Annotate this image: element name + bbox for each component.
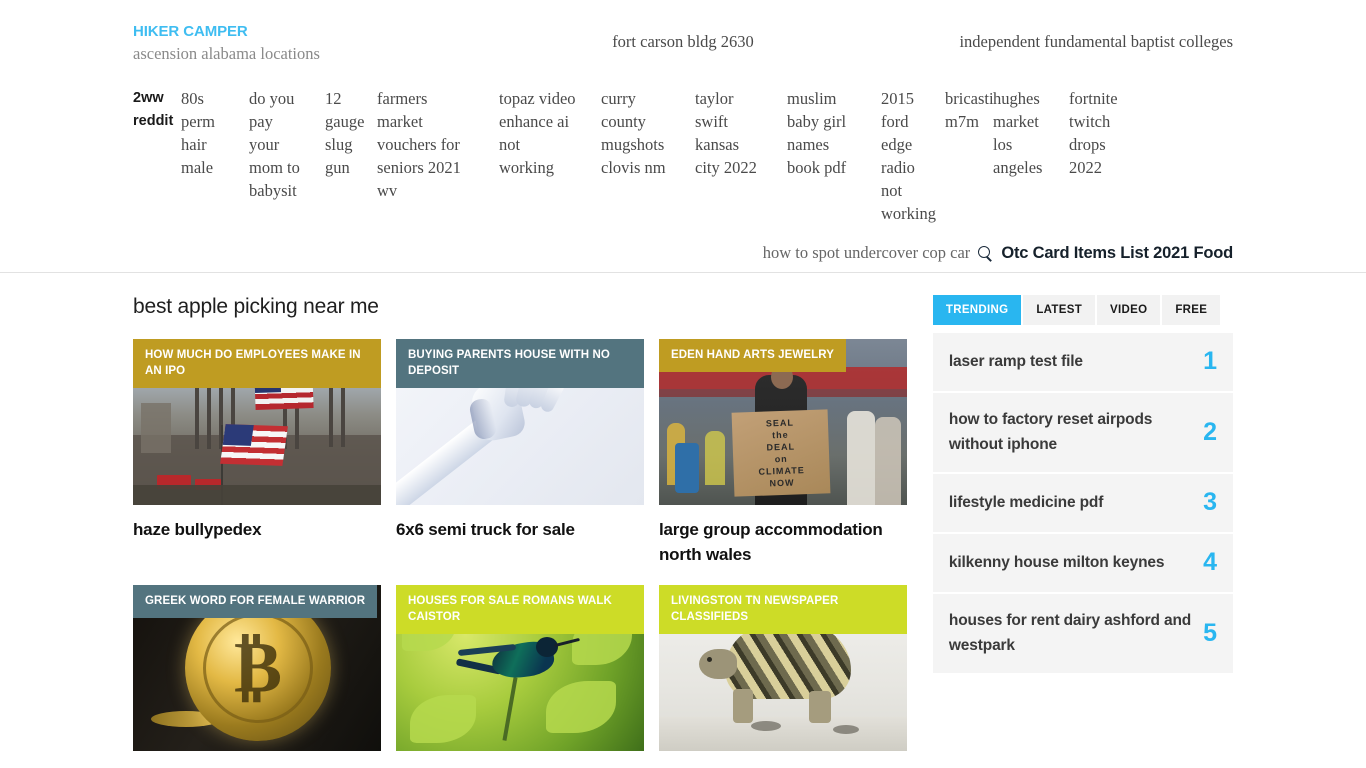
card-label: LIVINGSTON TN NEWSPAPER CLASSIFIEDS [659, 585, 907, 634]
card-label: HOW MUCH DO EMPLOYEES MAKE IN AN IPO [133, 339, 381, 388]
site-header: HIKER CAMPER ascension alabama locations… [0, 0, 1366, 65]
nav-item-6[interactable]: curry county mugshots clovis nm [601, 87, 695, 179]
nav-item-9[interactable]: 2015 ford edge radio not working [881, 87, 945, 225]
nav-item-11[interactable]: hughes market los angeles [993, 87, 1069, 179]
card-label: HOUSES FOR SALE ROMANS WALK CAISTOR [396, 585, 644, 634]
card-item[interactable]: LIVINGSTON TN NEWSPAPER CLASSIFIEDS [659, 585, 907, 763]
list-item[interactable]: laser ramp test file 1 [932, 333, 1233, 391]
tab-latest[interactable]: LATEST [1023, 295, 1096, 325]
page-title: best apple picking near me [133, 295, 379, 318]
card-item[interactable]: ₿ GREEK WORD FOR FEMALE WARRIOR [133, 585, 381, 763]
card-item[interactable]: SEAL the DEAL on CLIMATE NOW EDEN HAND ARTS J… [659, 339, 907, 567]
nav-item-5[interactable]: topaz video enhance ai not working [499, 87, 601, 179]
nav-item-2[interactable]: do you pay your mom to babysit [249, 87, 325, 202]
nav-item-4[interactable]: farmers market vouchers for seniors 2021… [377, 87, 499, 202]
main-area: best apple picking near me HOW MUCH DO E… [0, 273, 1366, 768]
tab-trending[interactable]: TRENDING [932, 295, 1022, 325]
brand-title[interactable]: HIKER CAMPER [133, 22, 433, 42]
ranked-item-label: lifestyle medicine pdf [948, 494, 1104, 511]
list-item[interactable]: lifestyle medicine pdf 3 [932, 474, 1233, 532]
protest-sign: SEAL the DEAL on CLIMATE NOW [731, 409, 831, 497]
search-icon[interactable] [978, 245, 993, 261]
card-media[interactable]: HOW MUCH DO EMPLOYEES MAKE IN AN IPO [133, 339, 381, 505]
content-column: best apple picking near me HOW MUCH DO E… [133, 295, 911, 768]
list-item[interactable]: houses for rent dairy ashford and westpa… [932, 594, 1233, 673]
brand-block[interactable]: HIKER CAMPER ascension alabama locations [133, 22, 433, 65]
sidebar: TRENDING LATEST VIDEO FREE laser ramp te… [932, 295, 1233, 768]
brand-subtitle[interactable]: ascension alabama locations [133, 43, 433, 65]
nav-item-12[interactable]: fortnite twitch drops 2022 [1069, 87, 1149, 179]
search-term-link[interactable]: Otc Card Items List 2021 Food [1001, 244, 1233, 263]
nav-item-1[interactable]: 80s perm hair male [181, 87, 249, 179]
header-center-link[interactable]: fort carson bldg 2630 [433, 22, 933, 53]
bitcoin-symbol: ₿ [233, 627, 283, 708]
search-bar: Otc Card Items List 2021 Food [0, 243, 1366, 273]
card-grid: HOW MUCH DO EMPLOYEES MAKE IN AN IPO haz… [133, 339, 911, 768]
ranked-item-number: 1 [1203, 347, 1217, 375]
header-right-link[interactable]: independent fundamental baptist colleges [933, 22, 1233, 53]
tab-video[interactable]: VIDEO [1097, 295, 1161, 325]
ranked-item-number: 2 [1203, 417, 1217, 446]
nav-item-3[interactable]: 12 gauge slug gun [325, 87, 377, 179]
primary-nav: 2ww reddit 80s perm hair male do you pay… [0, 65, 1366, 225]
us-flag-icon [220, 424, 288, 466]
ranked-item-label: houses for rent dairy ashford and westpa… [948, 612, 1192, 654]
card-item[interactable]: HOW MUCH DO EMPLOYEES MAKE IN AN IPO haz… [133, 339, 381, 567]
page-root: HIKER CAMPER ascension alabama locations… [0, 0, 1366, 768]
card-item[interactable]: BUYING PARENTS HOUSE WITH NO DEPOSIT 6x6… [396, 339, 644, 567]
list-item[interactable]: how to factory reset airpods without iph… [932, 393, 1233, 472]
card-media[interactable]: ₿ GREEK WORD FOR FEMALE WARRIOR [133, 585, 381, 751]
card-title[interactable]: 6x6 semi truck for sale [396, 517, 644, 542]
search-input[interactable] [740, 243, 971, 263]
ranked-item-label: laser ramp test file [948, 353, 1083, 370]
card-title[interactable]: large group accommodation north wales [659, 517, 907, 567]
card-item[interactable]: HOUSES FOR SALE ROMANS WALK CAISTOR [396, 585, 644, 763]
card-media[interactable]: BUYING PARENTS HOUSE WITH NO DEPOSIT [396, 339, 644, 505]
ranked-item-label: how to factory reset airpods without iph… [948, 411, 1153, 453]
ranked-item-number: 4 [1203, 548, 1217, 576]
card-label: EDEN HAND ARTS JEWELRY [659, 339, 846, 372]
nav-item-10[interactable]: bricasti m7m [945, 87, 994, 133]
ranked-item-number: 5 [1203, 618, 1217, 647]
card-label: BUYING PARENTS HOUSE WITH NO DEPOSIT [396, 339, 644, 388]
list-item[interactable]: kilkenny house milton keynes 4 [932, 534, 1233, 592]
nav-item-0[interactable]: 2ww reddit [133, 87, 181, 133]
nav-item-7[interactable]: taylor swift kansas city 2022 [695, 87, 787, 179]
ranked-item-number: 3 [1203, 488, 1217, 516]
nav-item-8[interactable]: muslim baby girl names book pdf [787, 87, 881, 179]
card-media[interactable]: LIVINGSTON TN NEWSPAPER CLASSIFIEDS [659, 585, 907, 751]
card-label: GREEK WORD FOR FEMALE WARRIOR [133, 585, 378, 618]
sidebar-tabs: TRENDING LATEST VIDEO FREE [932, 295, 1233, 325]
card-media[interactable]: SEAL the DEAL on CLIMATE NOW EDEN HAND ARTS J… [659, 339, 907, 505]
ranked-item-label: kilkenny house milton keynes [948, 554, 1165, 571]
tab-free[interactable]: FREE [1162, 295, 1221, 325]
card-title[interactable]: haze bullypedex [133, 517, 381, 542]
card-media[interactable]: HOUSES FOR SALE ROMANS WALK CAISTOR [396, 585, 644, 751]
